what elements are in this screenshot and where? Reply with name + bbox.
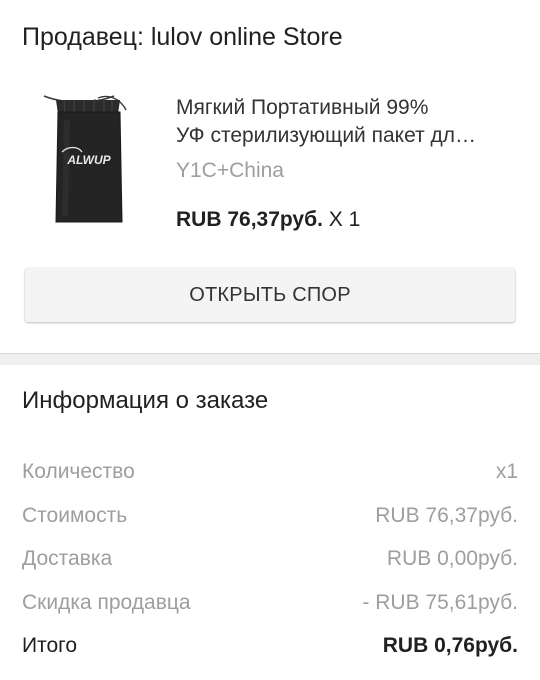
summary-label: Доставка <box>22 547 113 570</box>
total-value: RUB 0,76руб. <box>382 634 518 657</box>
summary-value: RUB 0,00руб. <box>386 547 518 570</box>
total-label: Итого <box>22 634 78 657</box>
open-dispute-button[interactable]: ОТКРЫТЬ СПОР <box>25 268 515 322</box>
product-price-line: RUB 76,37руб. X 1 <box>176 206 360 234</box>
summary-row-cost: Стоимость RUB 76,37руб. <box>22 501 518 531</box>
product-image[interactable]: ALWUP <box>34 90 146 226</box>
summary-label: Скидка продавца <box>22 591 191 614</box>
product-title-line-1: Мягкий Портативный 99% <box>176 96 429 119</box>
summary-row-quantity: Количество x1 <box>22 457 518 487</box>
brand-logo: ALWUP <box>66 153 111 167</box>
product-price: RUB 76,37руб. <box>176 208 323 231</box>
summary-row-shipping: Доставка RUB 0,00руб. <box>22 544 518 574</box>
summary-label: Количество <box>22 460 135 483</box>
summary-value: - RUB 75,61руб. <box>362 591 518 614</box>
summary-value: x1 <box>495 460 518 483</box>
summary-row-total: Итого RUB 0,76руб. <box>22 631 518 661</box>
product-quantity: X 1 <box>328 208 361 231</box>
section-divider <box>0 353 540 365</box>
product-title-line-2: УФ стерилизующий пакет дл… <box>176 124 477 147</box>
product-variant: Y1C+China <box>176 159 284 182</box>
summary-value: RUB 76,37руб. <box>375 504 518 527</box>
seller-name[interactable]: Продавец: lulov online Store <box>22 20 343 54</box>
summary-row-seller-discount: Скидка продавца - RUB 75,61руб. <box>22 588 518 618</box>
summary-label: Стоимость <box>22 504 128 527</box>
product-title[interactable]: Мягкий Портативный 99% УФ стерилизующий … <box>176 94 521 150</box>
order-info-title: Информация о заказе <box>22 387 269 414</box>
